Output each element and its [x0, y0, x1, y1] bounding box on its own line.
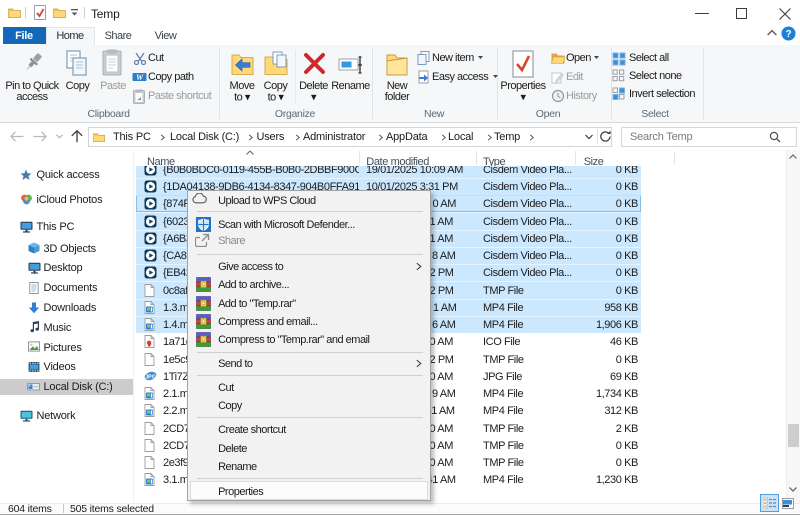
svg-text:?: ? — [785, 29, 791, 40]
svg-text:W: W — [136, 73, 144, 82]
svg-text:JPG: JPG — [145, 374, 156, 380]
